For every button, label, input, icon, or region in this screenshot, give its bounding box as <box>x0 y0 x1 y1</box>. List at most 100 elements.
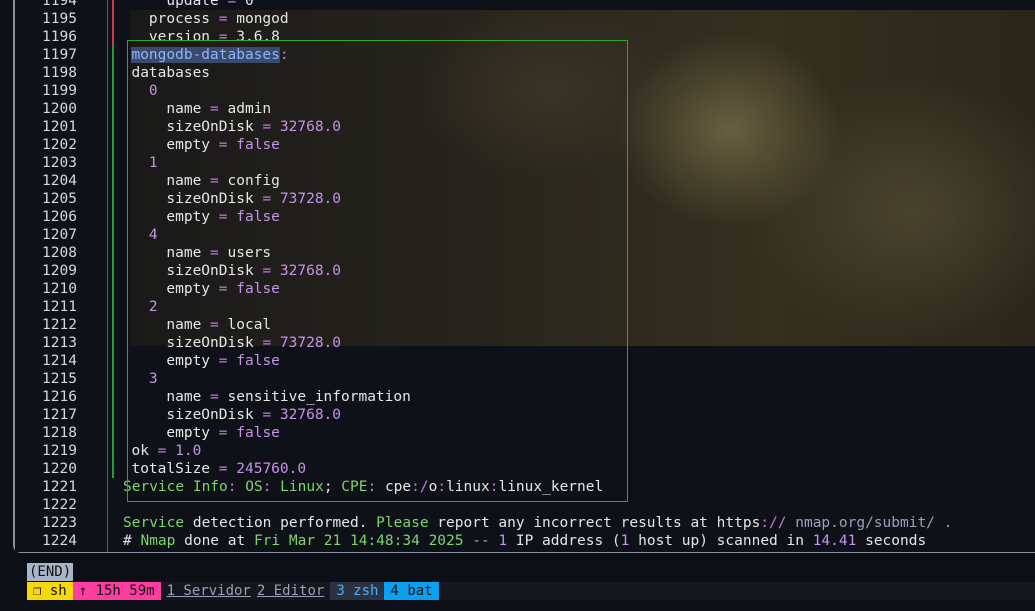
field-key: update <box>166 0 219 9</box>
equals-sign: = <box>210 317 219 333</box>
line-number: 1201 <box>42 119 77 135</box>
equals-sign: = <box>218 353 228 369</box>
line-number: 1214 <box>42 353 77 369</box>
equals-sign: = <box>218 281 228 297</box>
field-value: local <box>227 317 272 333</box>
code-line: sizeOnDisk = 32768.0 <box>108 406 1035 424</box>
field-value: 73728.0 <box>279 335 342 351</box>
line-number: 1204 <box>42 173 77 189</box>
line-number: 1220 <box>42 461 77 477</box>
equals-sign: = <box>210 101 219 117</box>
nmap-done-part: 14.41 <box>812 533 857 549</box>
code-line: name = users <box>108 244 1035 262</box>
code-line: sizeOnDisk = 32768.0 <box>108 118 1035 136</box>
field-value: 73728.0 <box>279 191 342 207</box>
service-info-part: ; <box>323 479 333 495</box>
field-value: 3.6.8 <box>236 29 280 45</box>
service-info-part: Service Info <box>123 479 228 495</box>
tmux-window-bat[interactable]: 4 bat <box>384 582 439 600</box>
nmap-done-part: host up) scanned in <box>629 533 813 549</box>
code-line: sizeOnDisk = 32768.0 <box>108 262 1035 280</box>
line-number: 1218 <box>42 425 77 441</box>
tmux-window-servidor[interactable]: 1 Servidor <box>161 582 257 600</box>
field-value: config <box>227 173 280 189</box>
field-value: false <box>236 137 280 153</box>
line-number: 1219 <box>42 443 77 459</box>
service-info-part: : <box>367 479 377 495</box>
code-line: empty = false <box>108 208 1035 226</box>
service-info-part: linux_kernel <box>498 479 604 495</box>
equals-sign: = <box>218 11 228 27</box>
equals-sign: = <box>262 407 272 423</box>
field-key: 3 <box>148 371 158 387</box>
line-number: 1224 <box>42 533 77 549</box>
field-value: admin <box>227 101 272 117</box>
punctuation: : <box>279 47 289 63</box>
nmap-done-part: IP address ( <box>507 533 621 549</box>
code-line: version = 3.6.8 <box>108 28 1035 46</box>
line-number: 1199 <box>42 83 77 99</box>
detection-part: report any incorrect results at https <box>428 515 761 531</box>
service-info-part: linux <box>446 479 490 495</box>
section-heading: mongodb-databases <box>131 47 280 63</box>
code-line: name = admin <box>108 100 1035 118</box>
field-key: name <box>166 101 202 117</box>
equals-sign: = <box>218 425 228 441</box>
field-key: process <box>148 11 211 27</box>
equals-sign: = <box>262 119 272 135</box>
code-line: empty = false <box>108 352 1035 370</box>
service-info-line: Service Info: OS: Linux; CPE: cpe:/o:lin… <box>108 478 1035 496</box>
code-line: update = 0 <box>108 0 1035 10</box>
nmap-done-line: # Nmap done at Fri Mar 21 14:48:34 2025 … <box>108 532 1035 550</box>
field-key: name <box>166 173 202 189</box>
tmux-window-zsh[interactable]: 3 zsh <box>330 582 385 600</box>
code-line: databases <box>108 64 1035 82</box>
line-number: 1217 <box>42 407 77 423</box>
field-key: name <box>166 317 202 333</box>
service-info-part: cpe <box>376 479 412 495</box>
equals-sign: = <box>157 443 167 459</box>
tmux-session[interactable]: ❐ sh <box>27 582 73 600</box>
field-key: name <box>166 245 202 261</box>
field-key: sizeOnDisk <box>166 407 254 423</box>
field-key: 2 <box>148 299 158 315</box>
field-key: totalSize <box>131 461 211 477</box>
nmap-done-part: seconds <box>856 533 927 549</box>
field-key: version <box>148 29 211 45</box>
code-line: mongodb-databases: <box>108 46 1035 64</box>
code-line: name = local <box>108 316 1035 334</box>
equals-sign: = <box>210 173 219 189</box>
code-line: process = mongod <box>108 10 1035 28</box>
nmap-done-part: 1 <box>498 533 508 549</box>
line-number: 1207 <box>42 227 77 243</box>
code-view: update = 0 process = mongod version = 3.… <box>108 0 1035 550</box>
detection-part: Please <box>376 515 429 531</box>
code-line: sizeOnDisk = 73728.0 <box>108 190 1035 208</box>
equals-sign: = <box>218 137 228 153</box>
field-key: empty <box>166 209 211 225</box>
code-line: empty = false <box>108 136 1035 154</box>
tmux-window-editor[interactable]: 2 Editor <box>257 582 330 600</box>
nmap-done-part: -- <box>463 533 499 549</box>
field-key: empty <box>166 137 211 153</box>
line-number: 1203 <box>42 155 77 171</box>
line-number-gutter: 1194 1195 1196 1197 1198 1199 1200 1201 1202 1203… <box>28 0 92 550</box>
line-number: 1206 <box>42 209 77 225</box>
field-value: 0 <box>244 0 254 9</box>
equals-sign: = <box>262 191 272 207</box>
detection-part: nmap.org/submit/ . <box>786 515 953 531</box>
terminal-pane[interactable]: 1194 1195 1196 1197 1198 1199 1200 1201 1202 1203… <box>15 0 1035 552</box>
